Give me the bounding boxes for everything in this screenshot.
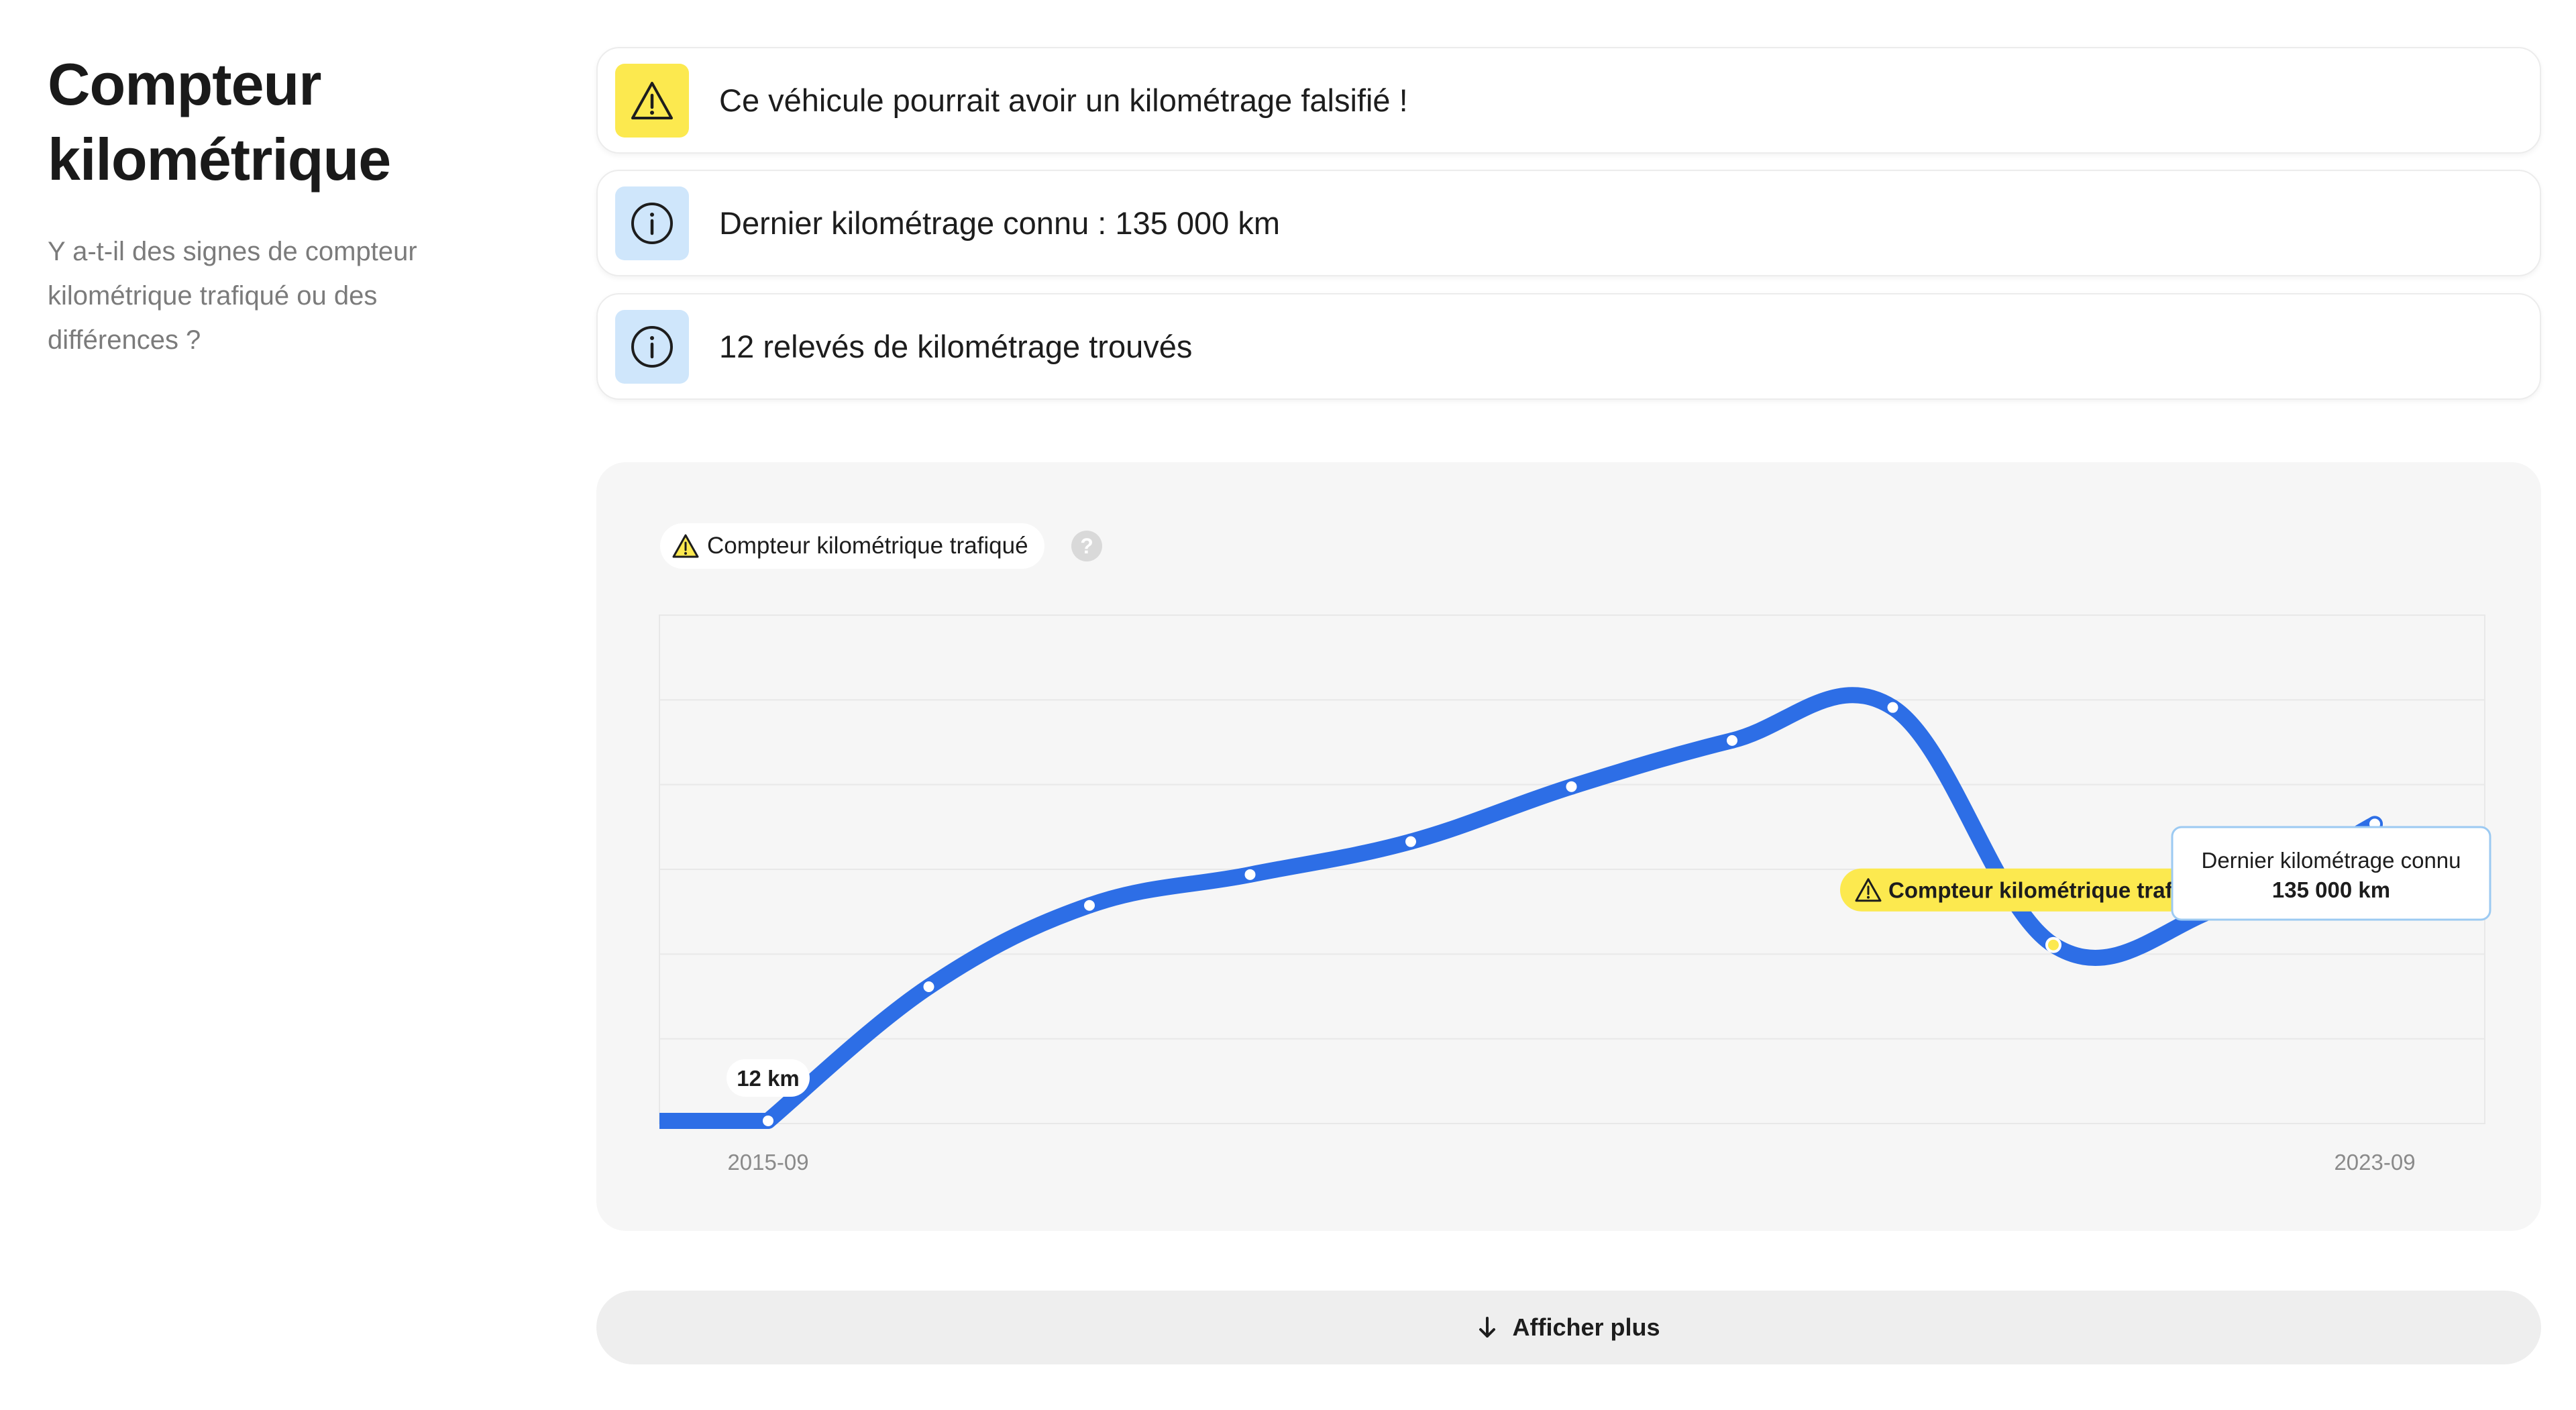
alert-records-count: 12 relevés de kilométrage trouvés <box>596 293 2541 400</box>
svg-text:Compteur kilométrique trafiqué: Compteur kilométrique trafiqué <box>1888 878 2218 903</box>
info-circle-icon <box>615 310 689 384</box>
alert-text: 12 relevés de kilométrage trouvés <box>719 329 1193 364</box>
show-more-label: Afficher plus <box>1512 1313 1660 1341</box>
data-point <box>920 979 937 995</box>
data-point <box>1884 699 1901 716</box>
show-more-button[interactable]: Afficher plus <box>596 1291 2541 1364</box>
data-point <box>1081 897 1097 914</box>
svg-text:12 km: 12 km <box>737 1066 800 1091</box>
x-tick-label: 2015-09 <box>727 1150 808 1175</box>
info-circle-icon <box>615 186 689 260</box>
data-point <box>760 1112 776 1129</box>
warning-triangle-icon <box>615 64 689 138</box>
page-subtitle: Y a-t-il des signes de compteur kilométr… <box>48 237 417 355</box>
data-point <box>1242 866 1258 883</box>
mileage-chart-card: Compteur kilométrique trafiqué ? 2015-09… <box>596 462 2541 1231</box>
data-point <box>1403 833 1419 850</box>
svg-text:Dernier kilométrage connu: Dernier kilométrage connu <box>2201 848 2461 873</box>
page-title: Compteur kilométrique <box>48 51 391 193</box>
alert-last-mileage: Dernier kilométrage connu : 135 000 km <box>596 170 2541 276</box>
alert-tampered-mileage: Ce véhicule pourrait avoir un kilométrag… <box>596 47 2541 154</box>
mileage-line-chart: 2015-09 2023-09 12 km Compteur kilométrique… <box>659 614 2491 1175</box>
arrow-down-icon <box>1479 1317 1496 1338</box>
data-point <box>1724 732 1740 749</box>
last-mileage-tooltip: Dernier kilométrage connu 135 000 km <box>2171 826 2491 921</box>
section-header: Compteur kilométrique Y a-t-il des signe… <box>48 47 477 362</box>
anomaly-point <box>2045 936 2061 953</box>
alert-text: Ce véhicule pourrait avoir un kilométrag… <box>719 83 1408 118</box>
x-tick-label: 2023-09 <box>2334 1150 2415 1175</box>
svg-text:135 000 km: 135 000 km <box>2272 877 2390 902</box>
first-point-label: 12 km <box>727 1059 810 1097</box>
data-point <box>1563 778 1580 795</box>
alert-text: Dernier kilométrage connu : 135 000 km <box>719 205 1280 241</box>
